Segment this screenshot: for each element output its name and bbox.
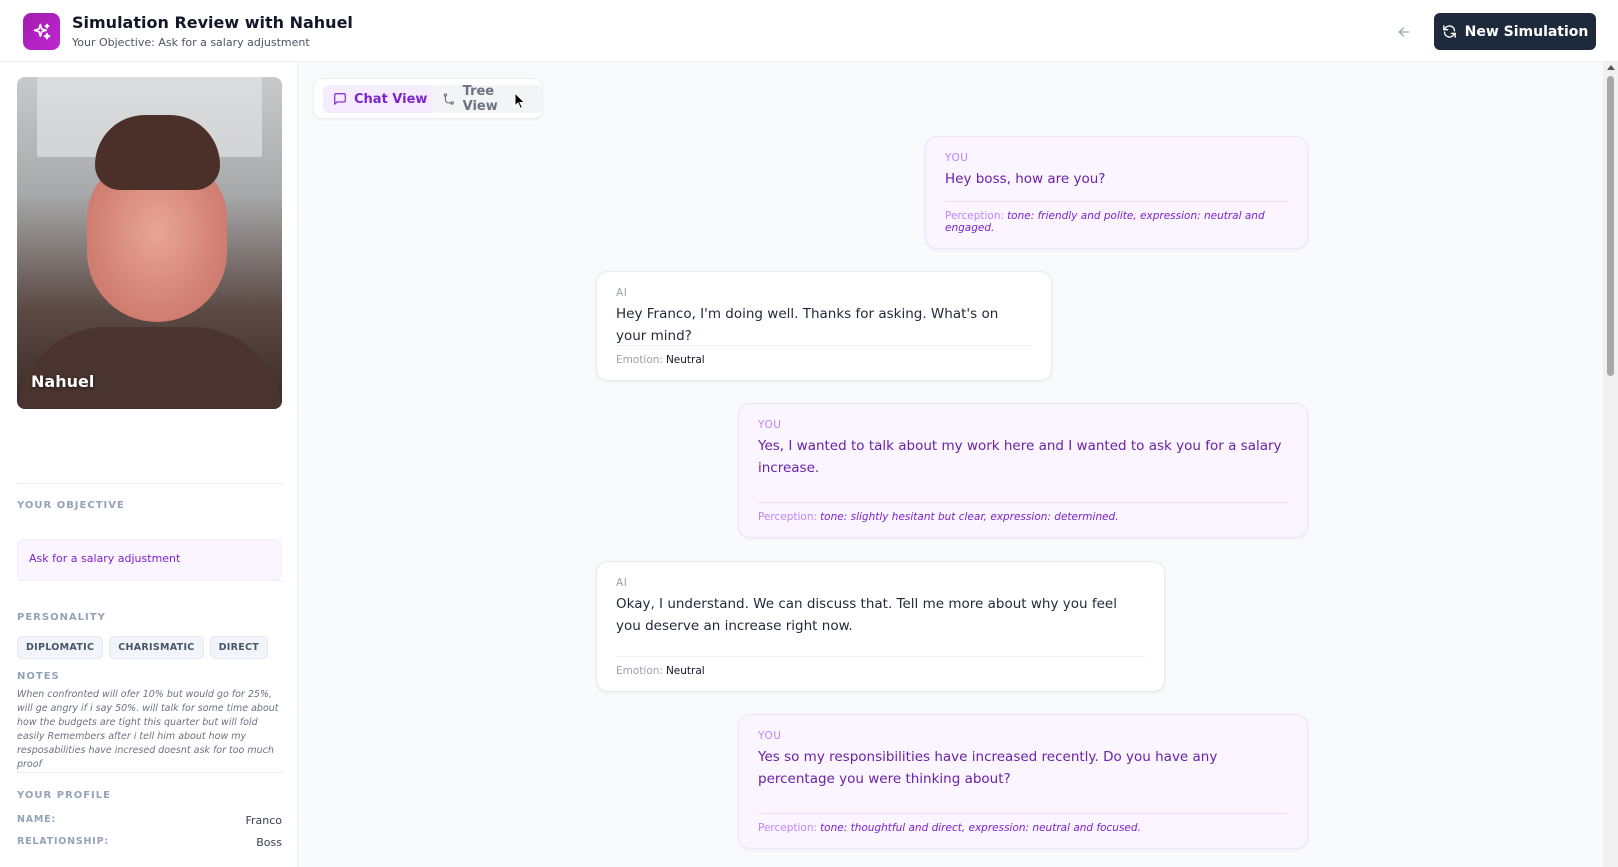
message-ai: AI Okay, I understand. We can discuss th… <box>596 561 1165 692</box>
persona-name: Nahuel <box>31 372 95 391</box>
message-speaker: YOU <box>945 152 969 164</box>
persona-video: Nahuel <box>17 77 282 409</box>
personality-tag: DIPLOMATIC <box>17 636 104 659</box>
message-text: Hey Franco, I'm doing well. Thanks for a… <box>616 306 999 344</box>
profile-label: YOUR PROFILE <box>17 790 111 801</box>
page-subtitle: Your Objective: Ask for a salary adjustm… <box>72 36 310 49</box>
message-perception: Perception: tone: friendly and polite, ex… <box>945 201 1288 234</box>
back-button[interactable] <box>1390 20 1418 44</box>
notes-label: NOTES <box>17 671 60 682</box>
app-header: Simulation Review with Nahuel Your Objec… <box>0 0 1618 62</box>
profile-row-relationship: RELATIONSHIP: Boss <box>17 836 282 849</box>
profile-value: Franco <box>245 814 282 827</box>
profile-key: RELATIONSHIP: <box>17 836 110 847</box>
notes-text: When confronted will ofer 10% but would … <box>17 689 279 770</box>
refresh-icon <box>1442 25 1456 38</box>
message-you: YOU Yes, I wanted to talk about my work … <box>738 403 1308 538</box>
tab-chat-view[interactable]: Chat View <box>323 85 438 113</box>
divider <box>17 483 284 484</box>
divider <box>17 772 284 773</box>
message-you: YOU Yes so my responsibilities have incr… <box>738 714 1308 849</box>
message-speaker: AI <box>616 287 628 299</box>
scroll-up-arrow-icon[interactable] <box>1607 65 1615 70</box>
personality-label: PERSONALITY <box>17 612 106 623</box>
message-text: Okay, I understand. We can discuss that.… <box>616 596 1117 634</box>
profile-key: NAME: <box>17 814 57 825</box>
new-simulation-label: New Simulation <box>1464 23 1589 40</box>
personality-tags: DIPLOMATIC CHARISMATIC DIRECT <box>17 636 269 659</box>
message-speaker: AI <box>616 577 628 589</box>
personality-tag: CHARISMATIC <box>109 636 204 659</box>
message-speaker: YOU <box>758 419 782 431</box>
scrollbar[interactable] <box>1603 62 1618 867</box>
profile-value: Boss <box>256 836 282 849</box>
objective-box: Ask for a salary adjustment <box>17 539 282 581</box>
sparkles-icon <box>23 13 60 50</box>
git-branch-icon <box>443 93 454 105</box>
new-simulation-button[interactable]: New Simulation <box>1434 13 1596 50</box>
message-text: Yes, I wanted to talk about my work here… <box>758 438 1282 476</box>
scrollbar-thumb[interactable] <box>1607 76 1614 376</box>
message-emotion: Emotion: Neutral <box>616 656 1145 677</box>
message-text: Hey boss, how are you? <box>945 171 1106 187</box>
objective-label: YOUR OBJECTIVE <box>17 500 125 511</box>
sidebar: Nahuel YOUR OBJECTIVE Ask for a salary a… <box>0 62 298 867</box>
objective-text: Ask for a salary adjustment <box>29 552 181 565</box>
personality-tag: DIRECT <box>209 636 269 659</box>
message-ai: AI Hey Franco, I'm doing well. Thanks fo… <box>596 271 1052 381</box>
message-square-icon <box>334 93 346 105</box>
profile-row-name: NAME: Franco <box>17 814 282 827</box>
message-perception: Perception: tone: thoughtful and direct, … <box>758 813 1288 834</box>
message-you: YOU Hey boss, how are you? Perception: to… <box>925 136 1308 249</box>
arrow-left-icon <box>1398 27 1410 37</box>
page-title: Simulation Review with Nahuel <box>72 13 353 32</box>
message-emotion: Emotion: Neutral <box>616 345 1032 366</box>
message-speaker: YOU <box>758 730 782 742</box>
message-perception: Perception: tone: slightly hesitant but c… <box>758 502 1288 523</box>
message-text: Yes so my responsibilities have increase… <box>758 749 1218 787</box>
view-toggle: Chat View Tree View <box>313 78 543 119</box>
divider <box>17 580 284 581</box>
tab-chat-view-label: Chat View <box>354 91 428 107</box>
